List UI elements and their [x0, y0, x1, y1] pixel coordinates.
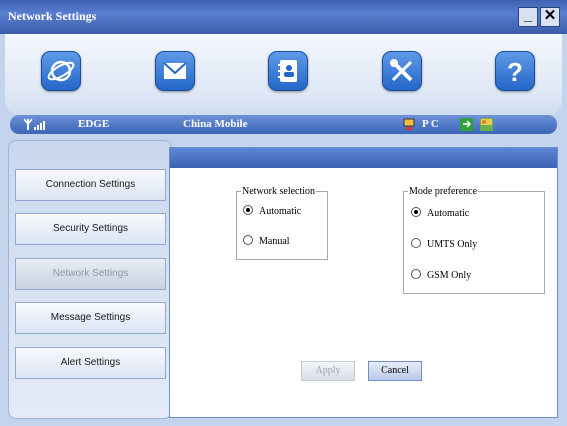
operator-name: China Mobile	[183, 118, 248, 130]
network-automatic-label: Automatic	[259, 206, 302, 217]
status-bar: EDGE China Mobile P C	[10, 115, 557, 134]
svg-text:?: ?	[507, 57, 523, 87]
app-window: Network Settings _ ✕ ? EDGE China Mobile…	[0, 0, 567, 426]
settings-sidebar: Connection Settings Security Settings Ne…	[8, 140, 172, 419]
mode-umts-only-radio[interactable]: UMTS Only	[411, 238, 477, 250]
radio-empty-icon	[243, 235, 253, 245]
title-bar[interactable]: Network Settings _ ✕	[0, 0, 567, 34]
sidebar-item-message-settings[interactable]: Message Settings	[15, 302, 166, 334]
minimize-button[interactable]: _	[518, 7, 538, 27]
network-automatic-radio[interactable]: Automatic	[243, 205, 301, 217]
toolbar: ?	[5, 34, 562, 116]
mode-automatic-radio[interactable]: Automatic	[411, 207, 469, 219]
panel-header	[170, 148, 557, 168]
pc-connection-icon	[403, 118, 415, 134]
sms-status-icon	[460, 118, 473, 134]
network-settings-panel: Network selection Automatic Manual Mode …	[169, 147, 558, 418]
network-manual-label: Manual	[259, 236, 290, 247]
mode-preference-title: Mode preference	[409, 186, 478, 197]
mode-gsm-only-radio[interactable]: GSM Only	[411, 269, 471, 281]
mode-umts-only-label: UMTS Only	[427, 239, 478, 250]
mode-gsm-only-label: GSM Only	[427, 270, 472, 281]
sidebar-item-connection-settings[interactable]: Connection Settings	[15, 169, 166, 201]
mode-automatic-label: Automatic	[427, 208, 470, 219]
network-selection-title: Network selection	[242, 186, 316, 197]
envelope-icon[interactable]	[155, 51, 195, 91]
pc-label: P C	[422, 118, 439, 130]
network-selection-group: Network selection	[236, 186, 328, 260]
radio-selected-icon	[411, 207, 421, 217]
radio-empty-icon	[411, 238, 421, 248]
globe-icon[interactable]	[41, 51, 81, 91]
network-type: EDGE	[78, 118, 110, 130]
window-title: Network Settings	[8, 9, 97, 23]
help-icon[interactable]: ?	[495, 51, 535, 91]
sidebar-item-alert-settings[interactable]: Alert Settings	[15, 347, 166, 379]
signal-strength-icon	[23, 118, 46, 134]
radio-empty-icon	[411, 269, 421, 279]
sidebar-item-network-settings[interactable]: Network Settings	[15, 258, 166, 290]
apply-button[interactable]: Apply	[301, 361, 355, 381]
tools-icon[interactable]	[382, 51, 422, 91]
sidebar-item-security-settings[interactable]: Security Settings	[15, 213, 166, 245]
network-manual-radio[interactable]: Manual	[243, 235, 290, 247]
radio-selected-icon	[243, 205, 253, 215]
cancel-button[interactable]: Cancel	[368, 361, 422, 381]
contacts-book-icon[interactable]	[268, 51, 308, 91]
close-button[interactable]: ✕	[540, 7, 560, 27]
picture-icon	[480, 118, 493, 134]
